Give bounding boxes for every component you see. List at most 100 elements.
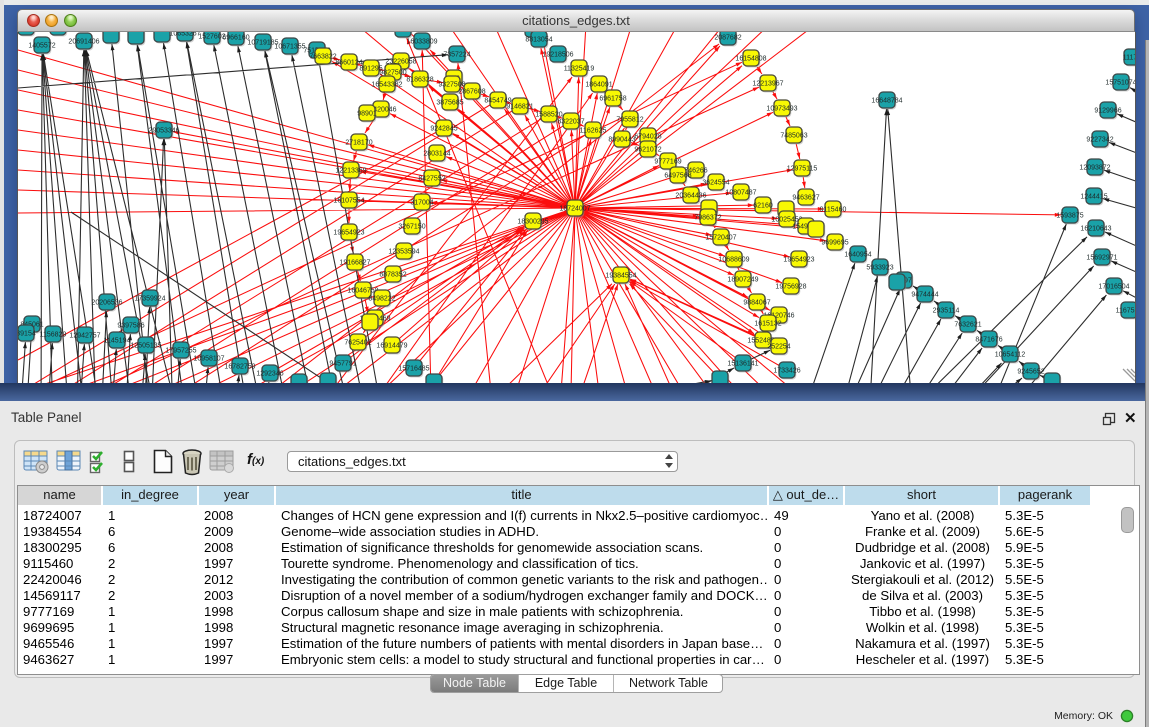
- svg-text:7632621: 7632621: [954, 321, 981, 328]
- svg-text:16782759: 16782759: [224, 363, 255, 370]
- svg-text:10653267: 10653267: [169, 32, 200, 37]
- svg-text:19654923: 19654923: [333, 229, 364, 236]
- svg-text:15716485: 15716485: [398, 365, 429, 372]
- svg-text:10654112: 10654112: [995, 351, 1026, 358]
- svg-text:9827500: 9827500: [379, 69, 406, 76]
- svg-text:20364436: 20364436: [675, 192, 706, 199]
- svg-text:8498222: 8498222: [368, 295, 395, 302]
- svg-text:12093872: 12093872: [1079, 164, 1110, 171]
- svg-text:3875685: 3875685: [436, 99, 463, 106]
- svg-text:2867608: 2867608: [458, 88, 485, 95]
- svg-text:9146821: 9146821: [506, 103, 533, 110]
- svg-text:7986372: 7986372: [694, 214, 721, 221]
- svg-text:2087682: 2087682: [714, 34, 741, 41]
- svg-text:29053346: 29053346: [148, 127, 179, 134]
- svg-text:6497568: 6497568: [664, 172, 691, 179]
- svg-text:7663822: 7663822: [309, 53, 336, 60]
- svg-text:10973493: 10973493: [766, 105, 797, 112]
- svg-text:20206536: 20206536: [91, 299, 122, 306]
- svg-text:20691406: 20691406: [68, 38, 99, 45]
- svg-text:10688609: 10688609: [718, 256, 749, 263]
- svg-text:1588520: 1588520: [535, 111, 562, 118]
- svg-text:1244415: 1244415: [1080, 193, 1107, 200]
- svg-text:39154: 39154: [18, 330, 36, 337]
- svg-text:7625402: 7625402: [344, 339, 371, 346]
- svg-text:9227342: 9227342: [1086, 136, 1113, 143]
- svg-text:16033809: 16033809: [406, 38, 437, 45]
- svg-text:1640954: 1640954: [844, 251, 871, 258]
- svg-text:9397586: 9397586: [117, 322, 144, 329]
- svg-text:7485063: 7485063: [780, 132, 807, 139]
- svg-text:19654923: 19654923: [783, 256, 814, 263]
- svg-text:8813054: 8813054: [525, 36, 552, 43]
- svg-text:3267150: 3267150: [398, 223, 425, 230]
- svg-text:2803144: 2803144: [423, 150, 450, 157]
- svg-text:2718170: 2718170: [345, 139, 372, 146]
- svg-text:8322037: 8322037: [557, 118, 584, 125]
- svg-text:1593875: 1593875: [1056, 212, 1083, 219]
- svg-text:9129966: 9129966: [1094, 107, 1121, 114]
- svg-text:18300295: 18300295: [517, 218, 548, 225]
- svg-text:6966160: 6966160: [222, 34, 249, 41]
- svg-text:17016504: 17016504: [1098, 283, 1129, 290]
- svg-text:12975115: 12975115: [787, 165, 818, 172]
- svg-text:62160: 62160: [753, 202, 773, 209]
- svg-text:10807487: 10807487: [725, 189, 756, 196]
- svg-text:16648784: 16648784: [871, 97, 902, 104]
- svg-text:15136141: 15136141: [727, 360, 758, 367]
- svg-text:9699695: 9699695: [821, 239, 848, 246]
- svg-text:9245652: 9245652: [1017, 368, 1044, 375]
- svg-text:9621072: 9621072: [634, 146, 661, 153]
- svg-text:12213967: 12213967: [752, 80, 783, 87]
- svg-text:1167533: 1167533: [1116, 307, 1135, 314]
- svg-text:10671355: 10671355: [274, 43, 305, 50]
- svg-text:10958107: 10958107: [193, 355, 224, 362]
- svg-text:1156829: 1156829: [40, 331, 67, 338]
- svg-text:18724007: 18724007: [559, 205, 590, 212]
- svg-text:9327508: 9327508: [438, 81, 465, 88]
- svg-text:18907249: 18907249: [727, 276, 758, 283]
- svg-text:9242845: 9242845: [430, 125, 457, 132]
- svg-text:12213369: 12213369: [335, 167, 366, 174]
- svg-text:1615132: 1615132: [754, 320, 781, 327]
- svg-text:6794028: 6794028: [634, 133, 661, 140]
- svg-text:16107554: 16107554: [333, 197, 364, 204]
- svg-text:7357224: 7357224: [443, 51, 470, 58]
- svg-text:12353594: 12353594: [388, 248, 419, 255]
- svg-text:98901: 98901: [357, 110, 377, 117]
- svg-text:15751074: 15751074: [1105, 79, 1135, 86]
- svg-text:9457791: 9457791: [329, 360, 356, 367]
- svg-text:9474444: 9474444: [911, 291, 938, 298]
- svg-text:1145194: 1145194: [104, 337, 131, 344]
- svg-text:317004: 317004: [410, 199, 433, 206]
- svg-text:1733426: 1733426: [773, 367, 800, 374]
- svg-text:19384554: 19384554: [605, 272, 636, 279]
- svg-text:12505135: 12505135: [130, 342, 161, 349]
- svg-text:9463627: 9463627: [792, 194, 819, 201]
- svg-text:7955812: 7955812: [616, 116, 643, 123]
- svg-text:11171: 11171: [1123, 54, 1135, 61]
- svg-text:15720407: 15720407: [705, 234, 736, 241]
- svg-text:3624554: 3624554: [702, 179, 729, 186]
- svg-text:11325419: 11325419: [564, 65, 595, 72]
- svg-text:9884067: 9884067: [743, 299, 770, 306]
- svg-text:8990443: 8990443: [608, 136, 635, 143]
- svg-text:6961758: 6961758: [599, 95, 626, 102]
- svg-text:16154808: 16154808: [735, 55, 766, 62]
- svg-text:252254: 252254: [767, 343, 790, 350]
- svg-text:17359924: 17359924: [134, 295, 165, 302]
- svg-text:2935114: 2935114: [933, 307, 960, 314]
- svg-text:8878352: 8878352: [379, 271, 406, 278]
- svg-text:8186328: 8186328: [406, 76, 433, 83]
- svg-text:9777169: 9777169: [654, 158, 681, 165]
- svg-text:16914479: 16914479: [376, 342, 407, 349]
- svg-text:16543382: 16543382: [371, 81, 402, 88]
- svg-text:1292346: 1292346: [256, 370, 283, 377]
- svg-text:1405572: 1405572: [28, 42, 55, 49]
- svg-text:17957255: 17957255: [165, 347, 196, 354]
- svg-text:16210643: 16210643: [1080, 225, 1111, 232]
- svg-text:19218506: 19218506: [542, 51, 573, 58]
- svg-text:9115460: 9115460: [820, 206, 847, 213]
- svg-text:1162625: 1162625: [580, 127, 607, 134]
- svg-text:19756928: 19756928: [775, 283, 806, 290]
